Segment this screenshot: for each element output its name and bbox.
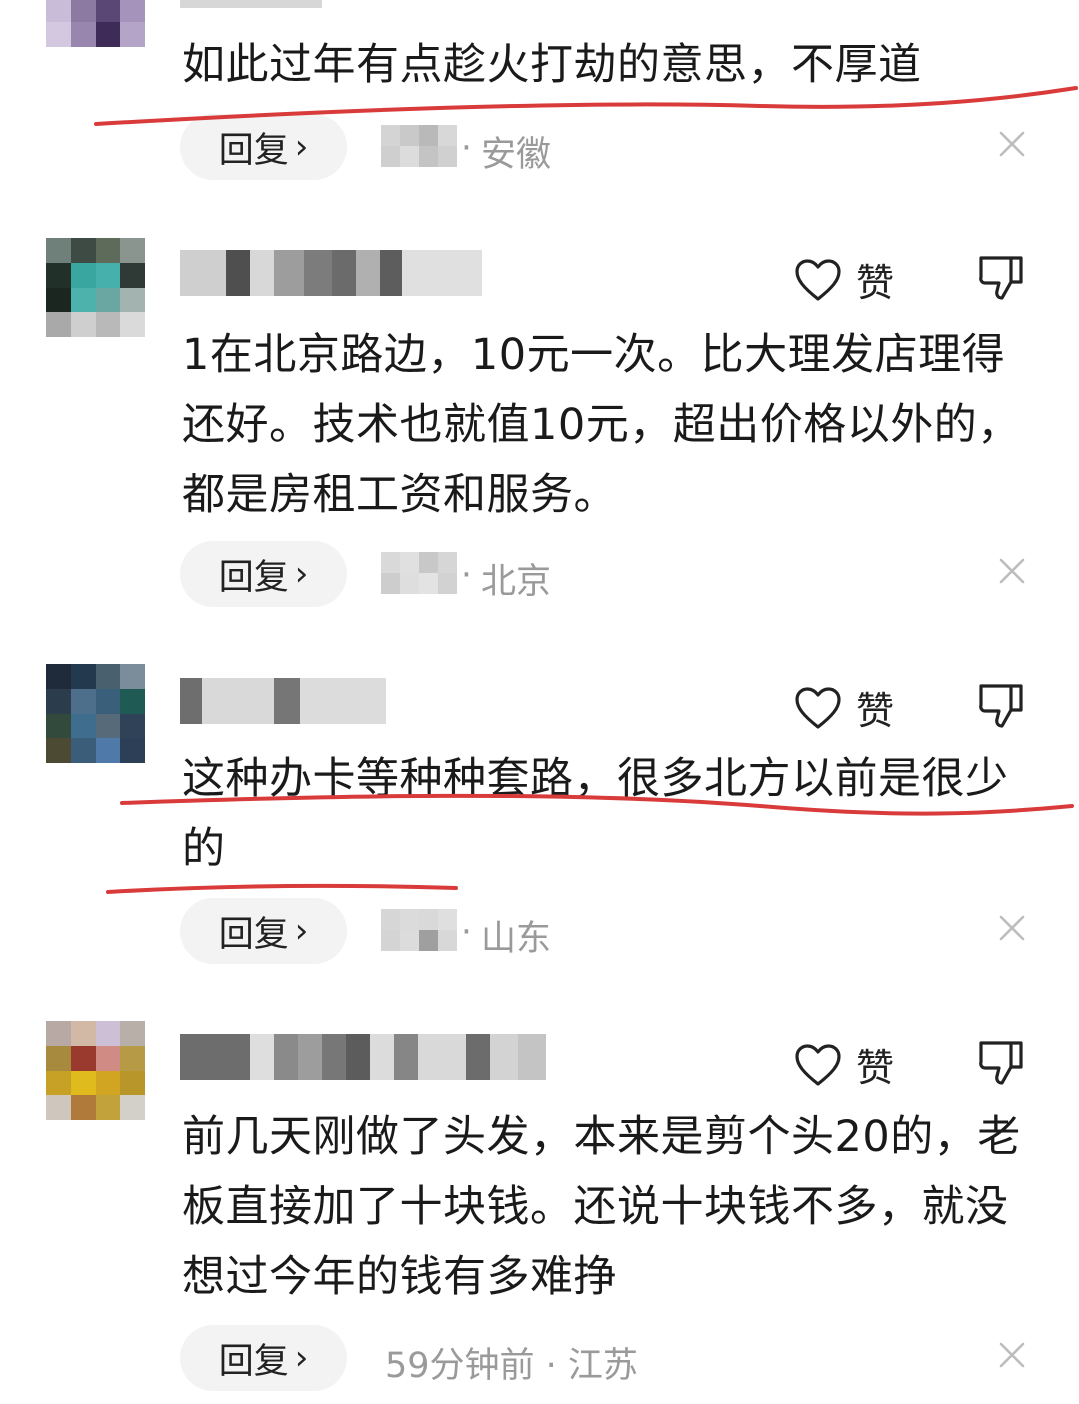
avatar[interactable] [46,0,145,47]
like-label: 赞 [856,261,895,305]
reply-button[interactable]: 回复 › [180,1325,347,1391]
reply-button[interactable]: 回复 › [180,541,347,607]
time-blurred [381,909,457,951]
thumbs-down-outline-icon [979,256,1023,300]
username-blurred[interactable] [180,0,322,8]
reply-label: 回复 [218,557,289,598]
reply-label: 回复 [218,1341,289,1382]
location-label: 北京 [481,562,552,602]
thumbs-down-outline-icon [979,684,1023,728]
close-icon[interactable] [998,914,1026,942]
annotation-underline [106,883,458,894]
like-button[interactable]: 赞 [794,1037,894,1092]
heart-outline-icon [795,686,841,729]
reply-button[interactable]: 回复 › [180,898,347,964]
comment-text: 这种办卡等种种套路，很多北方以前是很少的 [182,754,1009,874]
dislike-button[interactable] [976,252,1026,302]
reply-button[interactable]: 回复 › [180,114,347,180]
avatar[interactable] [46,664,145,763]
username-blurred[interactable] [180,678,386,724]
heart-outline-icon [795,1043,841,1086]
location-label: 山东 [481,919,552,959]
time-location-label: 59分钟前 · 江苏 [385,1346,638,1386]
close-icon[interactable] [998,1341,1026,1369]
meta-separator: · [461,555,472,595]
chevron-right-icon: › [294,911,309,951]
reply-label: 回复 [218,914,289,955]
like-label: 赞 [856,689,895,733]
username-blurred[interactable] [180,1034,546,1080]
meta-separator: · [461,912,472,952]
like-label: 赞 [856,1046,895,1090]
comment-meta: 回复 › 59分钟前 · 江苏 [180,1325,1060,1391]
avatar[interactable] [46,238,145,337]
comment-meta: 回复 › · 安徽 [180,114,1060,180]
dislike-button[interactable] [976,680,1026,730]
thumbs-down-outline-icon [979,1041,1023,1085]
chevron-right-icon: › [294,554,309,594]
meta-separator: · [461,128,472,168]
avatar[interactable] [46,1021,145,1120]
comment-text: 前几天刚做了头发，本来是剪个头20的，老板直接加了十块钱。还说十块钱不多，就没想… [182,1112,1021,1302]
comment-meta: 回复 › · 北京 [180,541,1060,607]
username-blurred[interactable] [180,250,482,296]
comment-text: 1在北京路边，10元一次。比大理发店理得还好。技术也就值10元，超出价格以外的，… [182,330,1021,520]
time-blurred [381,125,457,167]
dislike-button[interactable] [976,1037,1026,1087]
chevron-right-icon: › [294,127,309,167]
like-button[interactable]: 赞 [794,252,894,307]
chevron-right-icon: › [294,1338,309,1378]
time-blurred [381,552,457,594]
reply-label: 回复 [218,130,289,171]
close-icon[interactable] [998,130,1026,158]
comment-meta: 回复 › · 山东 [180,898,1060,964]
heart-outline-icon [795,258,841,301]
close-icon[interactable] [998,557,1026,585]
like-button[interactable]: 赞 [794,680,894,735]
comment-text: 如此过年有点趁火打劫的意思，不厚道 [182,40,922,90]
location-label: 安徽 [481,135,552,175]
